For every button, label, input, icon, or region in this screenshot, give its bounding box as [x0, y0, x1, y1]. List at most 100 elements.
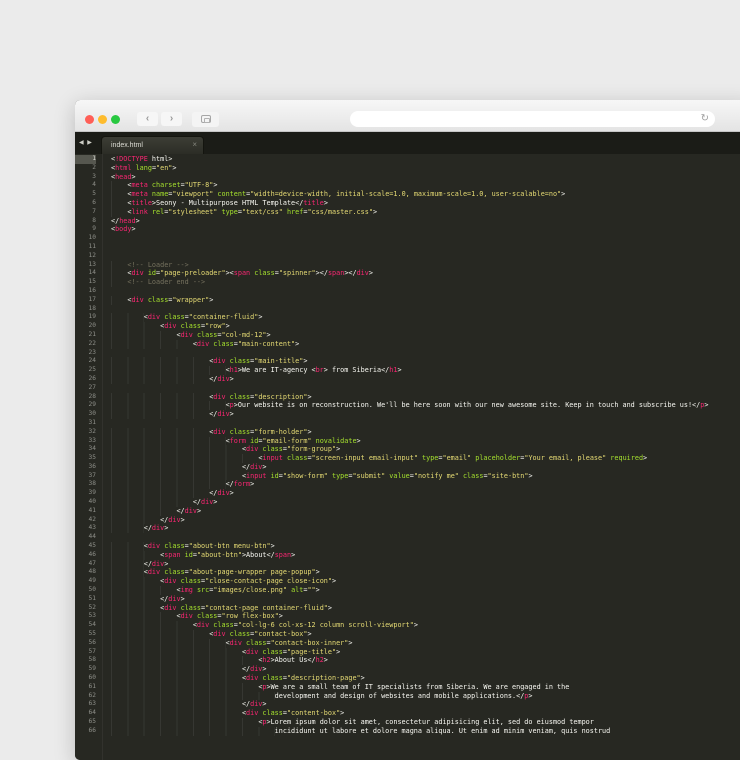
code-line[interactable]: </div> — [111, 559, 740, 569]
tab-index-html[interactable]: index.html × — [101, 136, 204, 154]
line-number: 14 — [88, 269, 96, 277]
code-line[interactable]: <meta name="viewport" content="width=dev… — [111, 190, 740, 199]
code-line[interactable]: <div class="about-btn menu-btn"> — [111, 542, 740, 551]
code-line[interactable]: <div class="row flex-box"> — [111, 612, 740, 622]
line-number: 55 — [88, 630, 96, 638]
line-number: 66 — [88, 726, 96, 734]
line-number: 65 — [88, 718, 96, 725]
code-line[interactable] — [111, 384, 740, 393]
code-line[interactable]: <head> — [111, 173, 740, 182]
line-number: 16 — [88, 286, 96, 294]
tab-scroll-arrows[interactable]: ◀ ▶ — [79, 139, 93, 146]
line-number: 64 — [88, 709, 96, 717]
line-number: 24 — [88, 357, 96, 365]
code-line[interactable]: <p>Our website is on reconstruction. We'… — [111, 401, 740, 411]
code-line[interactable]: <div class="about-page-wrapper page-popu… — [111, 568, 740, 578]
code-line[interactable]: development and design of websites and m… — [111, 691, 740, 701]
code-line[interactable] — [111, 419, 740, 428]
code-line[interactable]: </div> — [111, 410, 740, 419]
code-line[interactable]: <input id="show-form" type="submit" valu… — [111, 471, 740, 481]
tab-close-icon[interactable]: × — [192, 141, 197, 149]
back-button[interactable]: ‹ — [137, 112, 158, 126]
code-line[interactable]: <div class="contact-page container-fluid… — [111, 603, 740, 613]
line-number: 46 — [88, 550, 96, 558]
code-line[interactable]: <form id="email-form" novalidate> — [111, 436, 740, 446]
line-number: 30 — [88, 410, 96, 418]
code-line[interactable]: </div> — [111, 498, 740, 507]
code-line[interactable]: <p>Lorem ipsum dolor sit amet, consectet… — [111, 718, 740, 727]
code-line[interactable]: <div class="close-contact-page close-ico… — [111, 577, 740, 587]
code-line[interactable]: <div id="page-preloader"><span class="sp… — [111, 269, 740, 279]
tab-scroll-right-icon[interactable]: ▶ — [87, 140, 93, 146]
line-number: 49 — [88, 577, 96, 585]
code-line[interactable]: <div class="description-page"> — [111, 674, 740, 683]
code-line[interactable]: <title>Seony - Multipurpose HTML Templat… — [111, 198, 740, 208]
code-line[interactable]: incididunt ut labore et dolore magna ali… — [111, 726, 740, 736]
code-line[interactable] — [111, 252, 740, 261]
code-line[interactable]: <body> — [111, 225, 740, 234]
url-bar[interactable]: ↻ — [350, 111, 715, 130]
traffic-lights — [85, 114, 120, 124]
line-number: 3 — [92, 172, 96, 180]
code-line[interactable] — [111, 533, 740, 542]
code-line[interactable]: <!-- Loader end --> — [111, 278, 740, 287]
code-line[interactable]: <link rel="stylesheet" type="text/css" h… — [111, 207, 740, 217]
line-numbers: 1 2 3 4 5 6 7 8 9 10 11 12 13 14 15 16 17 18 19 20 21 22 23 24 2… — [75, 154, 103, 760]
minimize-window-button[interactable] — [98, 114, 107, 124]
code-line[interactable]: </div> — [111, 515, 740, 525]
close-window-button[interactable] — [85, 114, 94, 124]
code-line[interactable] — [111, 349, 740, 358]
code-line[interactable]: <meta charset="UTF-8"> — [111, 181, 740, 191]
code-line[interactable]: </div> — [111, 665, 740, 675]
code-line[interactable]: </div> — [111, 489, 740, 499]
reload-icon[interactable]: ↻ — [701, 112, 709, 126]
code-line[interactable]: <div class="col-md-12"> — [111, 330, 740, 340]
code-line[interactable]: <div class="container-fluid"> — [111, 313, 740, 323]
code-line[interactable]: <div class="description"> — [111, 392, 740, 402]
code-line[interactable]: <!DOCTYPE html> — [111, 155, 740, 164]
code-line[interactable]: </div> — [111, 524, 740, 534]
line-number: 40 — [88, 498, 96, 506]
code-line[interactable]: </form> — [111, 480, 740, 490]
code-line[interactable]: <span id="about-btn">About</span> — [111, 550, 740, 560]
code-line[interactable]: </head> — [111, 217, 740, 226]
code-line[interactable]: <input class="screen-input email-input" … — [111, 454, 740, 463]
code-line[interactable]: <div class="form-holder"> — [111, 427, 740, 437]
code-line[interactable]: </div> — [111, 462, 740, 472]
code-line[interactable]: </div> — [111, 374, 740, 384]
code-line[interactable]: </div> — [111, 594, 740, 604]
code-line[interactable] — [111, 305, 740, 314]
zoom-window-button[interactable] — [111, 114, 120, 124]
forward-button[interactable]: › — [161, 112, 182, 126]
line-number: 13 — [88, 260, 96, 268]
line-number: 32 — [88, 427, 96, 435]
code-line[interactable]: <div class="page-title"> — [111, 647, 740, 657]
code-line[interactable]: <div class="contact-box-inner"> — [111, 638, 740, 648]
url-input[interactable] — [350, 113, 715, 130]
code-line[interactable] — [111, 287, 740, 296]
line-number: 63 — [88, 700, 96, 708]
code-line[interactable]: <div class="main-content"> — [111, 339, 740, 349]
code-line[interactable]: <html lang="en"> — [111, 164, 740, 173]
extension-icon — [200, 115, 211, 123]
code-line[interactable] — [111, 234, 740, 243]
extension-button[interactable] — [192, 111, 219, 127]
code-line[interactable]: <p>We are a small team of IT specialists… — [111, 682, 740, 692]
code-line[interactable]: <!-- Loader --> — [111, 260, 740, 270]
code-line[interactable]: </div> — [111, 506, 740, 516]
line-number: 8 — [92, 216, 96, 224]
code-line[interactable]: <div class="form-group"> — [111, 445, 740, 455]
code-line[interactable]: <div class="col-lg-6 col-xs-12 column sc… — [111, 621, 740, 631]
tab-scroll-left-icon[interactable]: ◀ — [79, 140, 85, 146]
code-line[interactable]: <div class="contact-box"> — [111, 630, 740, 639]
code-line[interactable]: <h1>We are IT-agency <br> from Siberia</… — [111, 366, 740, 375]
code-line[interactable]: <img src="images/close.png" alt=""> — [111, 586, 740, 595]
line-number: 2 — [92, 163, 96, 171]
code-line[interactable]: <div class="row"> — [111, 322, 740, 331]
code-line[interactable]: </div> — [111, 700, 740, 710]
code-line[interactable]: <h2>About Us</h2> — [111, 656, 740, 666]
code-line[interactable]: <div class="wrapper"> — [111, 295, 740, 305]
code-line[interactable] — [111, 243, 740, 252]
code-line[interactable]: <div class="content-box"> — [111, 709, 740, 718]
code-line[interactable]: <div class="main-title"> — [111, 357, 740, 367]
